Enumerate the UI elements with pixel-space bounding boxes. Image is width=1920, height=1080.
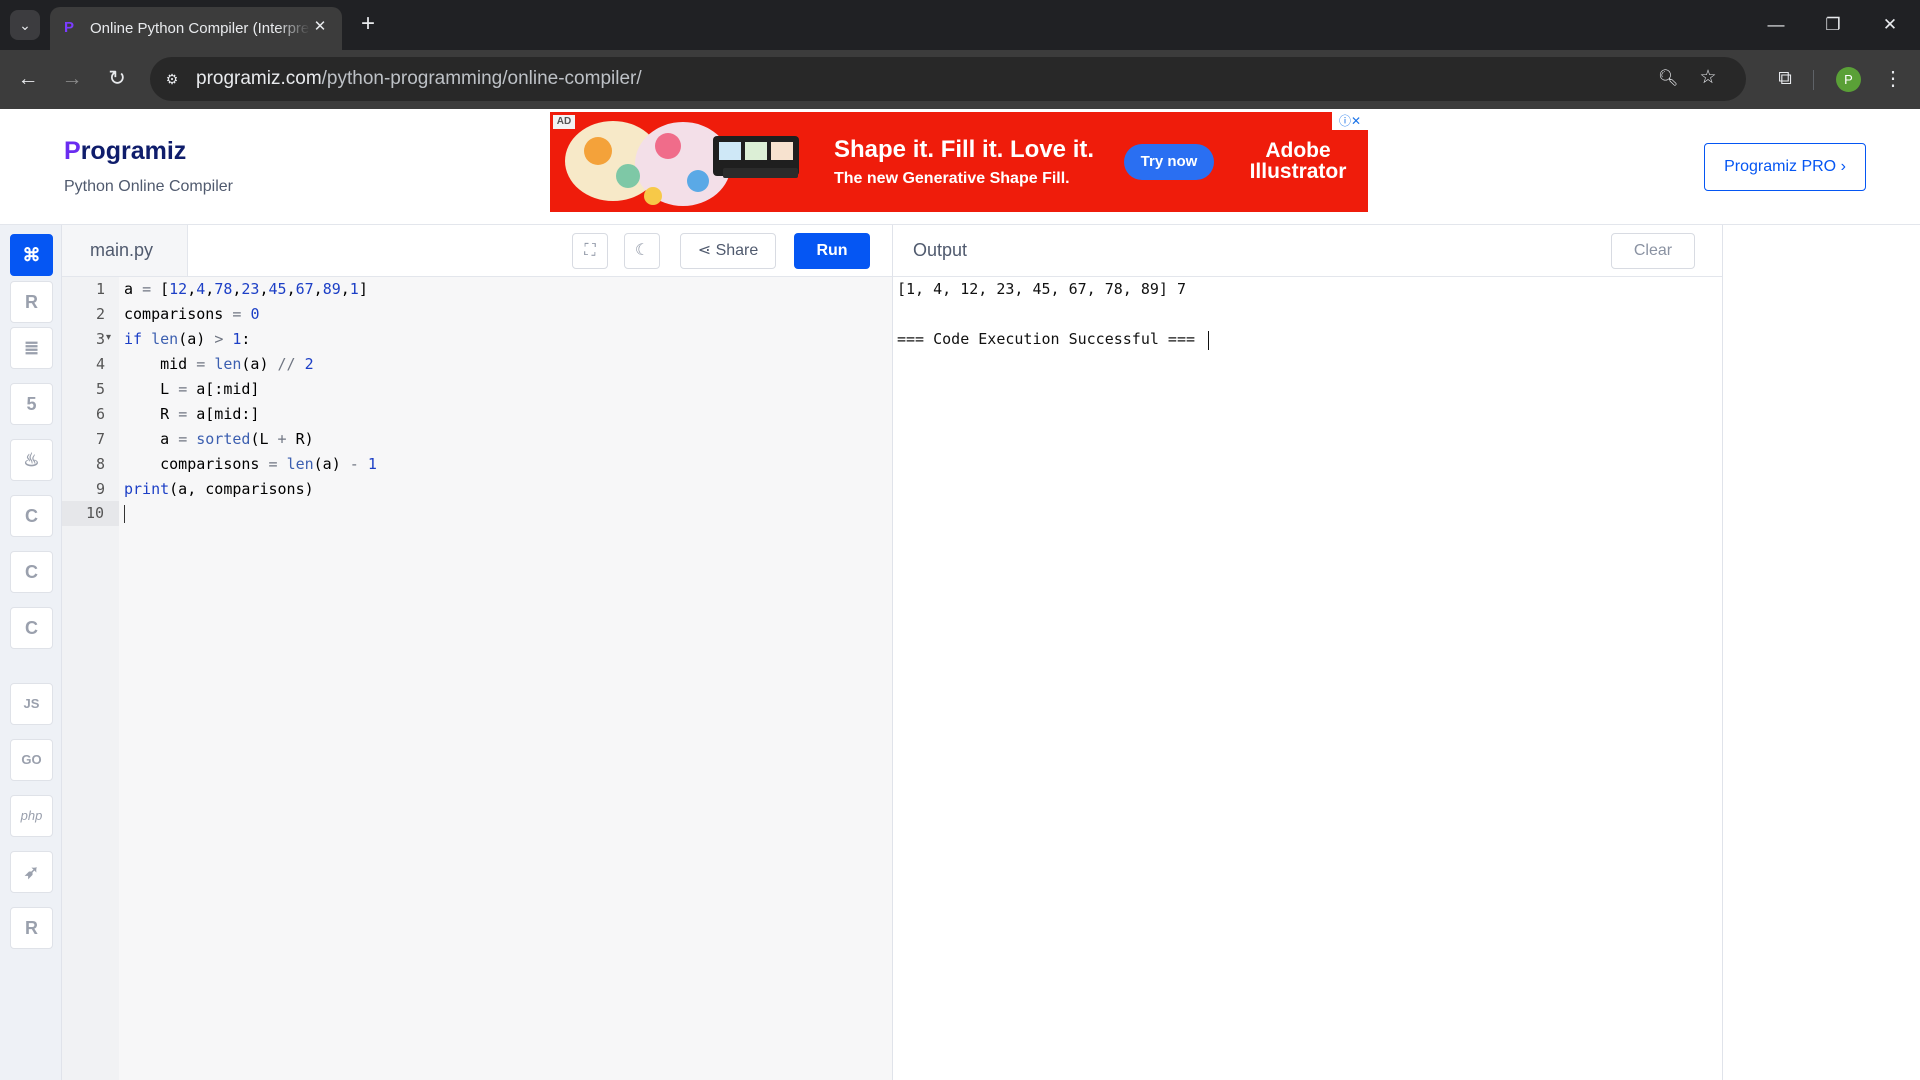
code-line-5: L = a[:mid] bbox=[124, 380, 260, 398]
url-domain: programiz.com bbox=[196, 68, 322, 89]
line-number: 1 bbox=[96, 280, 106, 298]
url-path: /python-programming/online-compiler/ bbox=[321, 68, 642, 89]
language-sidebar: ⌘ R ≣ 5 ♨ C C C JS GO php ➶ R bbox=[0, 225, 62, 1080]
address-bar[interactable]: ⚙ programiz.com/python-programming/onlin… bbox=[150, 57, 1746, 101]
back-button[interactable]: ← bbox=[13, 64, 43, 94]
file-tab-main-py[interactable]: main.py bbox=[62, 225, 188, 276]
forward-button[interactable]: → bbox=[57, 64, 87, 94]
profile-avatar[interactable]: P bbox=[1836, 67, 1861, 92]
line-number: 2 bbox=[96, 305, 106, 323]
javascript-icon[interactable]: JS bbox=[10, 683, 53, 725]
swift-icon[interactable]: ➶ bbox=[10, 851, 53, 893]
output-line: === Code Execution Successful === bbox=[897, 330, 1196, 348]
ad-headline: Shape it. Fill it. Love it. bbox=[834, 136, 1095, 163]
ad-subline: The new Generative Shape Fill. bbox=[834, 170, 1070, 187]
line-number: 6 bbox=[96, 405, 106, 423]
bookmark-star-icon[interactable]: ☆ bbox=[1697, 67, 1719, 89]
csharp-icon[interactable]: C bbox=[10, 607, 53, 649]
minimize-button[interactable]: — bbox=[1756, 10, 1796, 40]
line-number: 4 bbox=[96, 355, 106, 373]
sql-icon[interactable]: ≣ bbox=[10, 327, 53, 369]
butterfly-illustration bbox=[565, 121, 799, 206]
ad-brand: Adobe Illustrator bbox=[1249, 139, 1347, 183]
rust-icon[interactable]: R bbox=[10, 907, 53, 949]
ad-label: AD bbox=[553, 115, 575, 129]
programiz-pro-button[interactable]: Programiz PRO › bbox=[1704, 143, 1866, 191]
line-number: 9 bbox=[96, 480, 106, 498]
dark-mode-button[interactable]: ☾ bbox=[624, 233, 660, 269]
chevron-down-icon: ⌄ bbox=[19, 16, 31, 33]
share-button[interactable]: ⋖ Share bbox=[680, 233, 776, 269]
output-toolbar: Output Clear bbox=[893, 225, 1722, 277]
reload-button[interactable]: ↻ bbox=[102, 64, 132, 94]
html-icon[interactable]: 5 bbox=[10, 383, 53, 425]
output-line: [1, 4, 12, 23, 45, 67, 78, 89] 7 bbox=[897, 280, 1186, 298]
run-button[interactable]: Run bbox=[794, 233, 870, 269]
text-caret bbox=[124, 505, 125, 523]
line-number: 5 bbox=[96, 380, 106, 398]
cpp-icon[interactable]: C bbox=[10, 551, 53, 593]
go-icon[interactable]: GO bbox=[10, 739, 53, 781]
line-number-active: 10 bbox=[86, 504, 105, 522]
output-console[interactable]: [1, 4, 12, 23, 45, 67, 78, 89] 7 === Cod… bbox=[893, 277, 1722, 1080]
restore-button[interactable]: ❐ bbox=[1813, 10, 1853, 40]
ad-choices-close-icon[interactable]: ⓘ✕ bbox=[1332, 112, 1368, 130]
reload-icon: ↻ bbox=[108, 67, 126, 90]
tab-close-icon[interactable]: ✕ bbox=[310, 17, 330, 37]
java-icon[interactable]: ♨ bbox=[10, 439, 53, 481]
arrow-right-icon: → bbox=[61, 67, 83, 90]
code-line-2: comparisons = 0 bbox=[124, 305, 260, 323]
ad-cta-button[interactable]: Try now bbox=[1124, 144, 1214, 180]
code-line-3: if len(a) > 1: bbox=[124, 330, 251, 348]
favicon-icon: P bbox=[64, 19, 75, 36]
code-line-1: a = [12,4,78,23,45,67,89,1] bbox=[124, 280, 368, 298]
extensions-icon[interactable]: ⧉ bbox=[1770, 64, 1800, 94]
python-icon[interactable]: ⌘ bbox=[10, 234, 53, 276]
line-number: 8 bbox=[96, 455, 106, 473]
page-subtitle: Python Online Compiler bbox=[64, 178, 233, 195]
line-number: 7 bbox=[96, 430, 106, 448]
code-line-7: a = sorted(L + R) bbox=[124, 430, 314, 448]
toolbar-divider bbox=[1813, 70, 1814, 90]
site-info-icon[interactable]: ⚙ bbox=[162, 69, 182, 89]
r-language-icon[interactable]: R bbox=[10, 281, 53, 323]
close-window-button[interactable]: ✕ bbox=[1870, 10, 1910, 40]
browser-tab-bar: ⌄ P Online Python Compiler (Interpreter)… bbox=[0, 0, 1920, 50]
browser-tab[interactable]: P Online Python Compiler (Interpreter) ✕ bbox=[50, 7, 342, 50]
right-blank-pane bbox=[1723, 225, 1920, 1080]
code-editor[interactable]: a = [12,4,78,23,45,67,89,1] comparisons … bbox=[119, 277, 892, 1080]
php-icon[interactable]: php bbox=[10, 795, 53, 837]
tab-list-button[interactable]: ⌄ bbox=[10, 10, 40, 40]
url-text[interactable]: programiz.com/python-programming/online-… bbox=[196, 69, 642, 89]
fullscreen-button[interactable]: ⛶ bbox=[572, 233, 608, 269]
code-line-9: print(a, comparisons) bbox=[124, 480, 314, 498]
output-caret bbox=[1208, 331, 1209, 350]
line-number-gutter: 1 2 3 4 5 6 7 8 9 bbox=[62, 277, 119, 1080]
editor-toolbar: main.py ⛶ ☾ ⋖ Share Run bbox=[62, 225, 892, 277]
code-line-8: comparisons = len(a) - 1 bbox=[124, 455, 377, 473]
code-line-6: R = a[mid:] bbox=[124, 405, 260, 423]
fold-arrow-icon[interactable]: ▾ bbox=[106, 332, 111, 343]
code-line-4: mid = len(a) // 2 bbox=[124, 355, 314, 373]
tab-title: Online Python Compiler (Interpreter) bbox=[90, 20, 310, 37]
arrow-left-icon: ← bbox=[17, 67, 39, 90]
clear-button[interactable]: Clear bbox=[1611, 233, 1695, 269]
new-tab-button[interactable]: + bbox=[354, 10, 382, 38]
output-title: Output bbox=[913, 240, 968, 260]
moon-icon: ☾ bbox=[634, 242, 650, 259]
browser-toolbar: ← → ↻ ⚙ programiz.com/python-programming… bbox=[0, 50, 1920, 109]
site-header: Programiz Python Online Compiler AD Shap… bbox=[0, 109, 1920, 225]
c-icon[interactable]: C bbox=[10, 495, 53, 537]
advertisement-banner[interactable]: AD Shape it. Fill it. Love it. The new G… bbox=[550, 112, 1368, 212]
zoom-icon[interactable]: 🔍︎ bbox=[1658, 69, 1678, 89]
fullscreen-icon: ⛶ bbox=[584, 242, 596, 259]
programiz-logo[interactable]: Programiz bbox=[64, 137, 186, 165]
share-icon: ⋖ bbox=[697, 242, 716, 259]
browser-menu-icon[interactable]: ⋮ bbox=[1880, 64, 1906, 94]
